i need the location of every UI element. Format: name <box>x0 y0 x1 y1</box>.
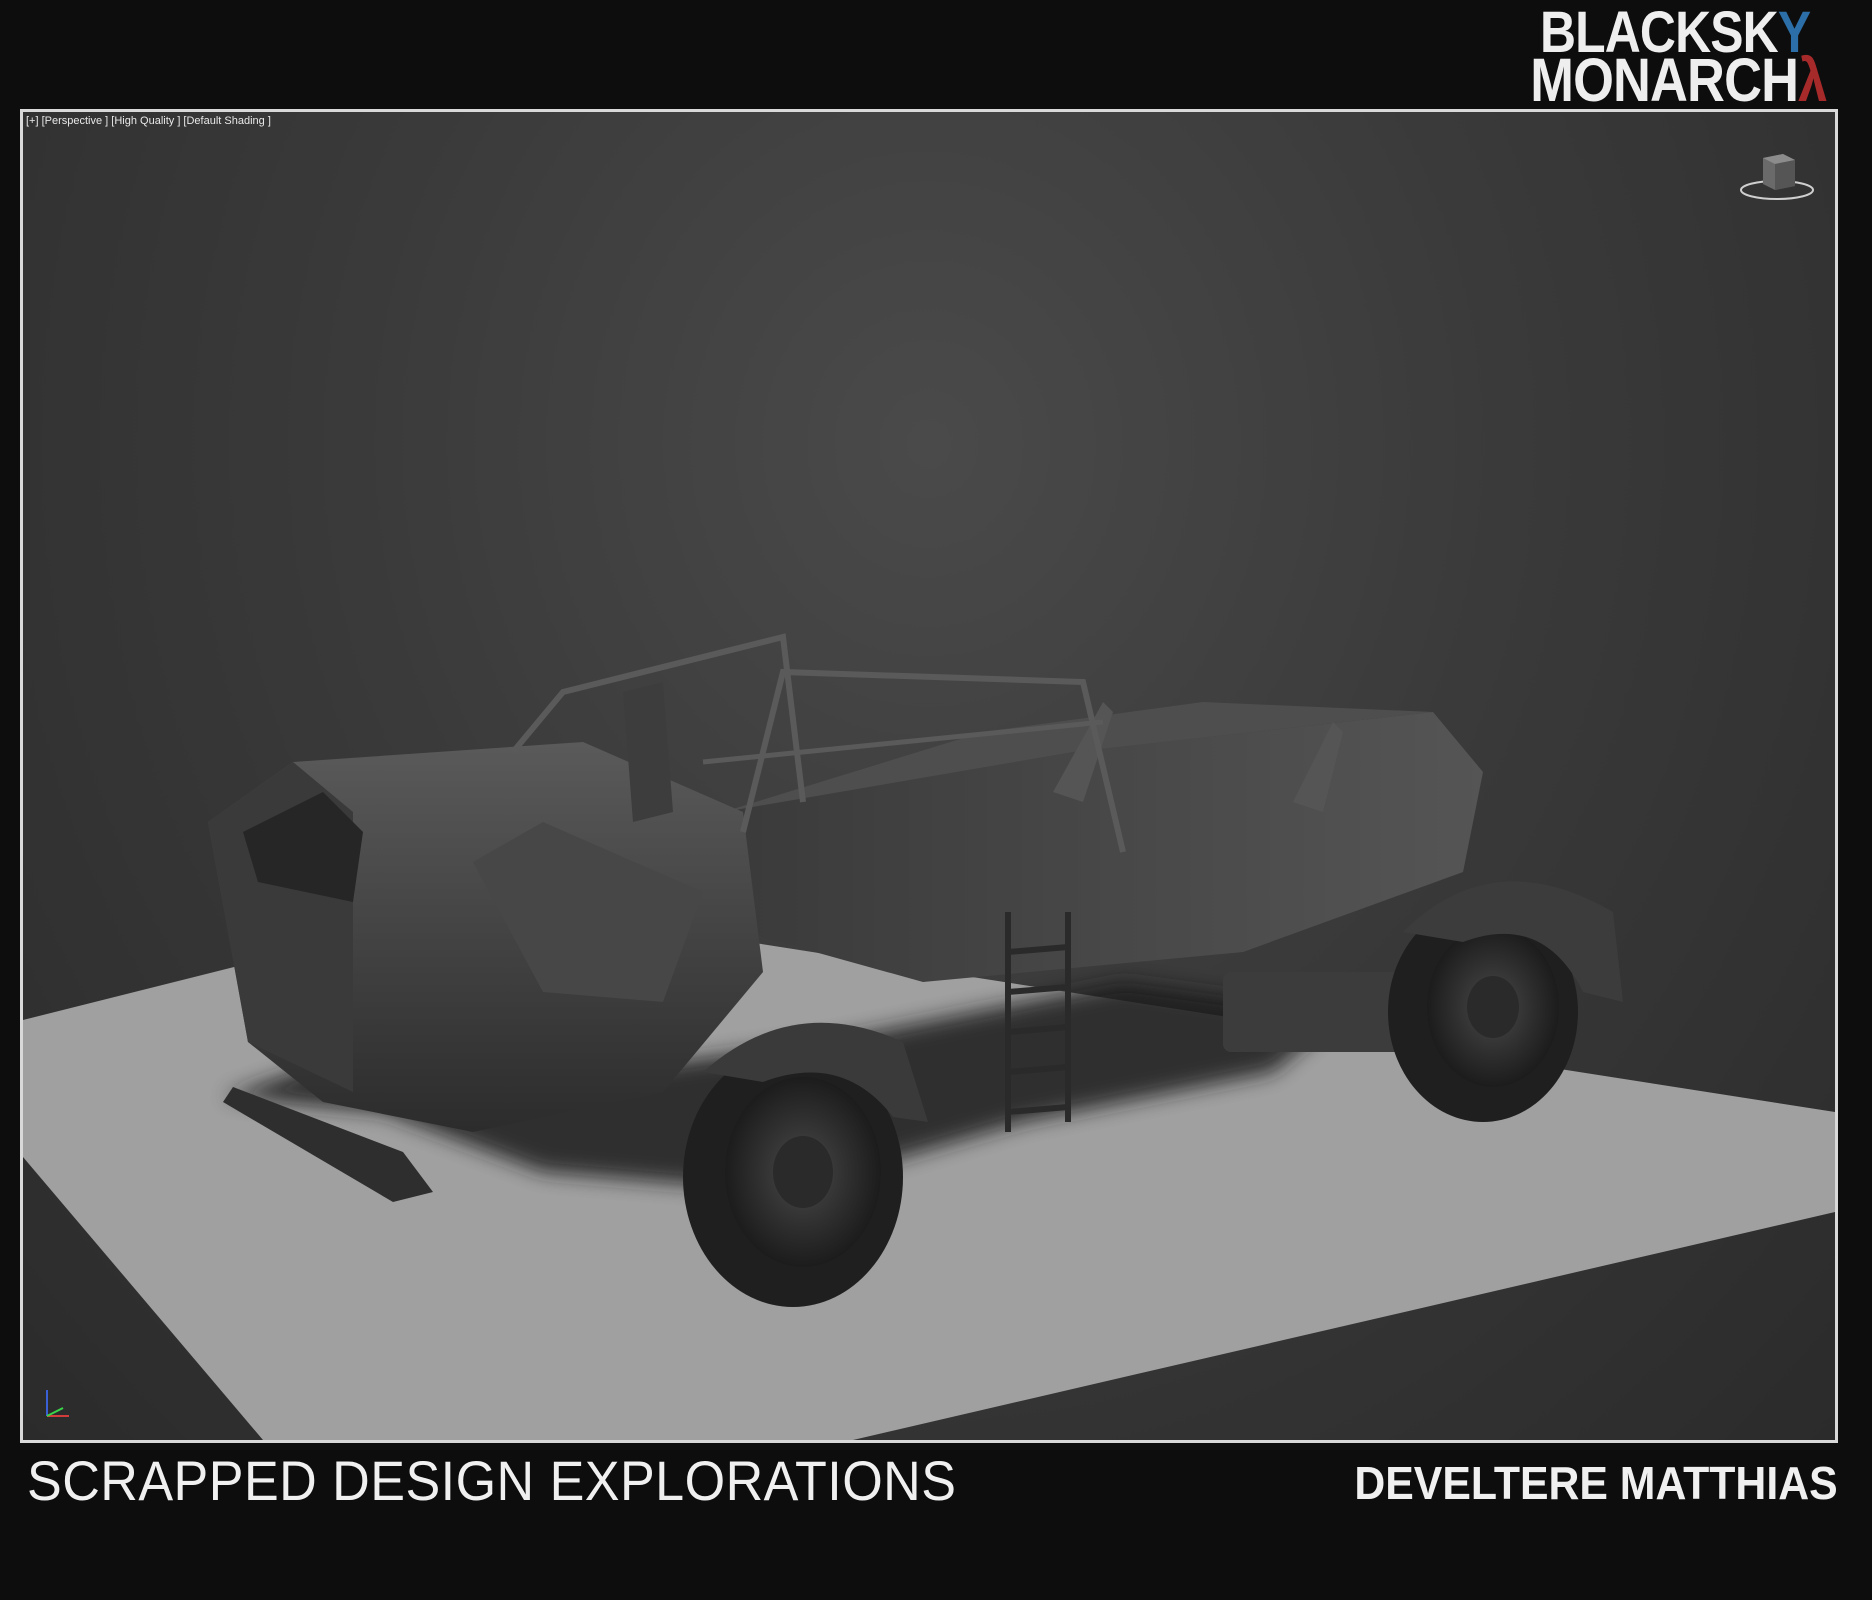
3d-viewport[interactable]: [+] [Perspective ] [High Quality ] [Defa… <box>20 109 1838 1443</box>
vehicle-rear-body <box>723 712 1483 982</box>
viewport-scene <box>23 633 1835 1440</box>
viewcube-icon[interactable] <box>1737 146 1817 206</box>
axis-tripod-icon <box>46 1390 69 1417</box>
logo-accent-bottom: λ <box>1797 46 1827 114</box>
logo-line-bottom: MONARCHλ <box>1530 50 1827 111</box>
brand-logo: BLACKSKY MONARCHλ <box>1526 4 1827 111</box>
footer-title: SCRAPPED DESIGN EXPLORATIONS <box>27 1449 957 1512</box>
logo-text-bottom: MONARCH <box>1529 46 1799 114</box>
vehicle-fuel-tank <box>1223 972 1403 1052</box>
footer-author: DEVELTERE MATTHIAS <box>1354 1457 1838 1509</box>
viewport-label[interactable]: [+] [Perspective ] [High Quality ] [Defa… <box>26 115 271 127</box>
